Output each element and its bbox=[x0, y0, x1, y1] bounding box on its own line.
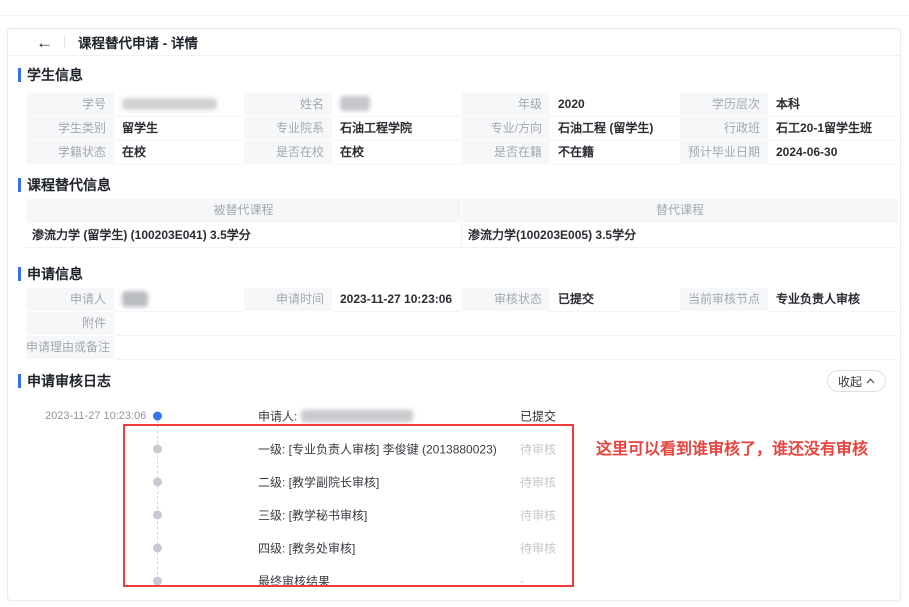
timeline-text: 最终审核结果 bbox=[258, 572, 330, 589]
field-label: 当前审核节点 bbox=[680, 288, 768, 312]
substitute-course-cell: 渗流力学(100203E005) 3.5学分 bbox=[462, 223, 898, 248]
timeline-entry: 2023-11-27 10:23:06 申请人: 已提交 bbox=[8, 399, 900, 432]
field-label: 姓名 bbox=[244, 93, 332, 117]
timeline-text: 一级: [专业负责人审核] 李俊键 (2013880023) bbox=[258, 440, 497, 457]
section-application-info: 申请信息 bbox=[26, 264, 882, 284]
timeline-status: 待审核 bbox=[520, 473, 556, 490]
page-top-divider bbox=[0, 15, 909, 16]
field-label: 申请时间 bbox=[244, 288, 332, 312]
timeline-dot bbox=[153, 543, 162, 552]
timeline-dot bbox=[153, 477, 162, 486]
collapse-button-label: 收起 bbox=[838, 373, 862, 390]
back-icon[interactable]: ← bbox=[36, 34, 53, 51]
timeline-status: 待审核 bbox=[520, 440, 556, 457]
field-value: 在校 bbox=[332, 141, 462, 165]
section-student-info: 学生信息 bbox=[26, 65, 882, 85]
field-label: 是否在校 bbox=[244, 141, 332, 165]
detail-card: ← 课程替代申请 - 详情 学生信息 学号 姓名 年级 2020 学历层次 本科… bbox=[7, 28, 901, 601]
section-student-title: 学生信息 bbox=[27, 65, 83, 85]
timeline-status: 待审核 bbox=[520, 539, 556, 556]
redacted-applicant bbox=[122, 291, 148, 307]
page-title: 课程替代申请 - 详情 bbox=[78, 32, 198, 52]
field-label: 学历层次 bbox=[680, 93, 768, 117]
field-label: 专业/方向 bbox=[462, 117, 550, 141]
field-label: 预计毕业日期 bbox=[680, 141, 768, 165]
audit-log-header: 申请审核日志 收起 bbox=[26, 370, 886, 392]
timeline-entry: 最终审核结果 - bbox=[8, 564, 900, 597]
field-value: 已提交 bbox=[550, 288, 680, 312]
timeline-status: - bbox=[520, 574, 524, 588]
field-value: 留学生 bbox=[114, 117, 244, 141]
course-substitution-table: 被替代课程 替代课程 渗流力学 (留学生) (100203E041) 3.5学分… bbox=[26, 199, 882, 248]
section-application-title: 申请信息 bbox=[27, 264, 83, 284]
field-value: 不在籍 bbox=[550, 141, 680, 165]
field-value: 专业负责人审核 bbox=[768, 288, 898, 312]
reason-value bbox=[114, 336, 898, 360]
section-course-info: 课程替代信息 bbox=[26, 175, 882, 195]
field-label: 学生类别 bbox=[26, 117, 114, 141]
field-value bbox=[114, 93, 244, 117]
timeline-date: 2023-11-27 10:23:06 bbox=[45, 410, 146, 422]
timeline-text: 二级: [教学副院长审核] bbox=[258, 473, 379, 490]
field-value: 石油工程学院 bbox=[332, 117, 462, 141]
field-label: 审核状态 bbox=[462, 288, 550, 312]
timeline-dot bbox=[153, 510, 162, 519]
field-value bbox=[332, 93, 462, 117]
column-header-replaced-course: 被替代课程 bbox=[26, 199, 462, 223]
card-header: ← 课程替代申请 - 详情 bbox=[8, 29, 900, 56]
timeline-entry: 三级: [教学秘书审核] 待审核 bbox=[8, 498, 900, 531]
timeline-dot bbox=[153, 444, 162, 453]
timeline-entry: 二级: [教学副院长审核] 待审核 bbox=[8, 465, 900, 498]
red-annotation-text: 这里可以看到谁审核了，谁还没有审核 bbox=[596, 435, 868, 459]
application-info-table: 申请人 申请时间 2023-11-27 10:23:06 审核状态 已提交 当前… bbox=[26, 288, 882, 360]
field-label: 申请人 bbox=[26, 288, 114, 312]
field-value: 2023-11-27 10:23:06 bbox=[332, 288, 462, 312]
header-divider bbox=[64, 35, 65, 49]
timeline-text: 三级: [教学秘书审核] bbox=[258, 506, 367, 523]
section-accent-bar bbox=[18, 178, 21, 192]
field-value: 2024-06-30 bbox=[768, 141, 898, 165]
field-label: 年级 bbox=[462, 93, 550, 117]
redacted-student-id bbox=[122, 98, 217, 110]
attachment-value bbox=[114, 312, 898, 336]
timeline-entry: 四级: [教务处审核] 待审核 bbox=[8, 531, 900, 564]
section-audit-log: 申请审核日志 bbox=[26, 371, 111, 391]
section-accent-bar bbox=[18, 267, 21, 281]
redacted-student-name bbox=[340, 96, 370, 111]
timeline-dot bbox=[153, 576, 162, 585]
student-info-table: 学号 姓名 年级 2020 学历层次 本科 学生类别 留学生 专业院系 石油工程… bbox=[26, 93, 882, 165]
section-accent-bar bbox=[18, 374, 21, 388]
redacted-applicant-name bbox=[301, 409, 413, 422]
field-label: 学籍状态 bbox=[26, 141, 114, 165]
field-label: 行政班 bbox=[680, 117, 768, 141]
section-course-title: 课程替代信息 bbox=[27, 175, 111, 195]
audit-timeline: 2023-11-27 10:23:06 申请人: 已提交 一级: [专业负责人审… bbox=[8, 399, 900, 601]
field-value: 2020 bbox=[550, 93, 680, 117]
timeline-status: 待审核 bbox=[520, 506, 556, 523]
field-label: 申请理由或备注 bbox=[26, 336, 114, 360]
field-value: 本科 bbox=[768, 93, 898, 117]
section-accent-bar bbox=[18, 68, 21, 82]
replaced-course-cell: 渗流力学 (留学生) (100203E041) 3.5学分 bbox=[26, 223, 462, 248]
chevron-up-icon bbox=[866, 378, 875, 384]
field-value: 石工20-1留学生班 bbox=[768, 117, 898, 141]
field-label: 专业院系 bbox=[244, 117, 332, 141]
field-label: 是否在籍 bbox=[462, 141, 550, 165]
field-label: 学号 bbox=[26, 93, 114, 117]
column-header-substitute-course: 替代课程 bbox=[462, 199, 898, 223]
field-value: 石油工程 (留学生) bbox=[550, 117, 680, 141]
field-value: 在校 bbox=[114, 141, 244, 165]
section-audit-log-title: 申请审核日志 bbox=[27, 371, 111, 391]
field-label: 附件 bbox=[26, 312, 114, 336]
timeline-text: 申请人: bbox=[258, 407, 413, 424]
timeline-dot-active bbox=[153, 411, 162, 420]
timeline-text: 四级: [教务处审核] bbox=[258, 539, 355, 556]
field-value bbox=[114, 288, 244, 312]
collapse-button[interactable]: 收起 bbox=[827, 370, 886, 392]
timeline-status: 已提交 bbox=[520, 407, 556, 424]
